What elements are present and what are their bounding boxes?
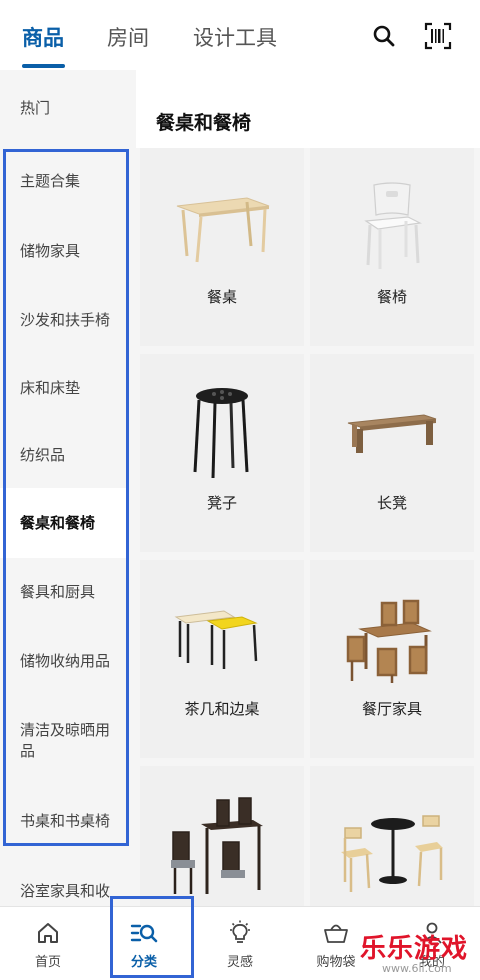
nav-label: 购物袋: [316, 955, 356, 970]
nav-home[interactable]: 首页: [0, 907, 96, 980]
sidebar-item-beds[interactable]: 床和床垫: [0, 354, 128, 422]
sidebar-item-popular[interactable]: 热门: [0, 70, 128, 146]
barcode-scan-icon[interactable]: [422, 20, 454, 52]
sidebar-item-label: 餐具和厨具: [20, 582, 96, 601]
category-search-icon: [130, 919, 158, 947]
category-content: 餐桌和餐椅 餐桌 餐椅 凳子 长凳 茶几和边桌 餐厅家具: [136, 70, 480, 906]
card-label: 凳子: [206, 494, 237, 512]
sidebar-item-theme-collections[interactable]: 主题合集: [0, 146, 128, 216]
side-tables-image: [140, 582, 304, 694]
sidebar-item-bathroom[interactable]: 浴室家具和收: [0, 856, 128, 906]
card-label: 长凳: [376, 494, 407, 512]
nav-label: 灵感: [226, 955, 253, 970]
lightbulb-icon: [226, 919, 254, 947]
category-sidebar: 热门 主题合集 储物家具 沙发和扶手椅 床和床垫 纺织品 餐桌和餐椅 餐具和厨具…: [0, 70, 136, 906]
active-tab-indicator: [22, 64, 65, 68]
bar-table-set-image: [140, 788, 304, 900]
nav-label: 首页: [34, 955, 61, 970]
nav-inspiration[interactable]: 灵感: [192, 907, 288, 980]
category-card-cafe-set[interactable]: [310, 766, 474, 906]
tab-design-tools[interactable]: 设计工具: [193, 22, 277, 52]
card-label: 餐厅家具: [361, 700, 422, 718]
category-card-bar-set[interactable]: [140, 766, 304, 906]
sidebar-item-storage-organizers[interactable]: 储物收纳用品: [0, 626, 128, 696]
shopping-bag-icon: [322, 919, 350, 947]
sidebar-item-dining[interactable]: 餐桌和餐椅: [0, 488, 128, 558]
dining-set-image: [310, 582, 474, 694]
tab-rooms[interactable]: 房间: [107, 22, 149, 52]
sidebar-item-label: 餐桌和餐椅: [20, 513, 96, 532]
card-label: 餐桌: [206, 288, 237, 306]
sidebar-item-label: 书桌和书桌椅: [20, 811, 111, 830]
watermark-url: www.6ll.com: [382, 962, 452, 975]
bench-image: [310, 376, 474, 488]
sidebar-item-label: 床和床垫: [20, 378, 81, 397]
cafe-table-set-image: [310, 788, 474, 900]
sidebar-item-label: 沙发和扶手椅: [20, 310, 111, 329]
sidebar-item-desks[interactable]: 书桌和书桌椅: [0, 786, 128, 856]
sidebar-item-label: 储物收纳用品: [20, 651, 111, 670]
stool-image: [140, 376, 304, 488]
top-tab-bar: 商品 房间 设计工具: [0, 0, 480, 70]
category-card-dining-furniture[interactable]: 餐厅家具: [310, 560, 474, 758]
category-card-dining-chair[interactable]: 餐椅: [310, 148, 474, 346]
sidebar-item-tableware[interactable]: 餐具和厨具: [0, 558, 128, 626]
tab-products[interactable]: 商品: [22, 22, 64, 52]
nav-category[interactable]: 分类: [96, 907, 192, 980]
sidebar-item-storage-furniture[interactable]: 储物家具: [0, 216, 128, 286]
card-label: 茶几和边桌: [184, 700, 260, 718]
sidebar-item-label: 浴室家具和收: [20, 881, 111, 900]
category-card-bench[interactable]: 长凳: [310, 354, 474, 552]
sidebar-item-label: 纺织品: [20, 445, 66, 464]
category-card-dining-table[interactable]: 餐桌: [140, 148, 304, 346]
nav-label: 分类: [130, 955, 157, 970]
dining-chair-image: [310, 170, 474, 282]
sidebar-item-label: 清洁及晾晒用品: [20, 721, 111, 760]
category-card-side-tables[interactable]: 茶几和边桌: [140, 560, 304, 758]
sidebar-item-label: 储物家具: [20, 241, 81, 260]
category-card-stool[interactable]: 凳子: [140, 354, 304, 552]
card-label: 餐椅: [376, 288, 407, 306]
sidebar-item-cleaning[interactable]: 清洁及晾晒用品: [0, 696, 128, 786]
watermark-text: 乐乐游戏: [360, 934, 469, 964]
home-icon: [34, 919, 62, 947]
search-icon[interactable]: [368, 20, 400, 52]
dining-table-image: [140, 170, 304, 282]
sidebar-item-textiles[interactable]: 纺织品: [0, 422, 128, 488]
sidebar-item-label: 主题合集: [20, 171, 81, 190]
sidebar-item-sofas[interactable]: 沙发和扶手椅: [0, 286, 128, 354]
site-watermark: 乐乐游戏 www.6ll.com: [360, 928, 480, 980]
section-title: 餐桌和餐椅: [156, 112, 252, 134]
sidebar-item-label: 热门: [20, 98, 51, 117]
